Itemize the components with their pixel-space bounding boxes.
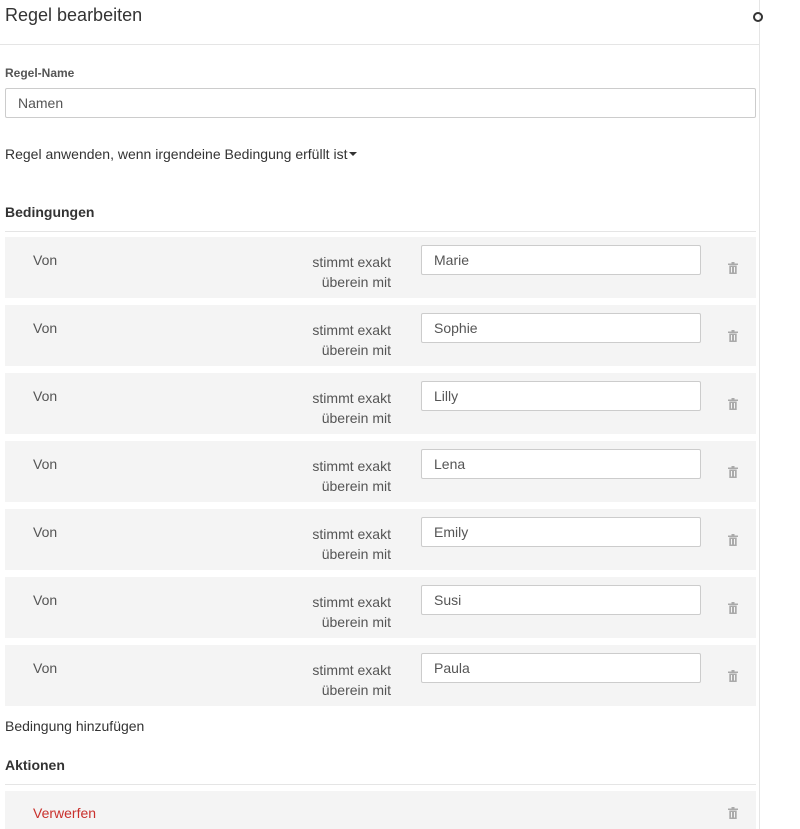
- trash-icon[interactable]: [728, 398, 738, 410]
- condition-operator-line2: überein mit: [321, 478, 391, 494]
- page-title: Regel bearbeiten: [5, 5, 143, 25]
- caret-down-icon: [349, 152, 358, 156]
- condition-value-input[interactable]: [421, 653, 701, 683]
- rule-name-input[interactable]: [5, 88, 756, 118]
- condition-operator-line1: stimmt exakt: [312, 254, 391, 270]
- condition-operator-line2: überein mit: [321, 546, 391, 562]
- conditions-divider: [5, 231, 756, 232]
- add-condition-link[interactable]: Bedingung hinzufügen: [5, 718, 144, 734]
- condition-operator: stimmt exakt überein mit: [281, 320, 391, 360]
- condition-value-input[interactable]: [421, 585, 701, 615]
- trash-icon[interactable]: [728, 534, 738, 546]
- trash-icon[interactable]: [728, 466, 738, 478]
- condition-operator-line2: überein mit: [321, 682, 391, 698]
- condition-operator-line2: überein mit: [321, 342, 391, 358]
- condition-operator-line1: stimmt exakt: [312, 526, 391, 542]
- condition-operator: stimmt exakt überein mit: [281, 388, 391, 428]
- condition-field: Von: [33, 320, 58, 336]
- condition-row: Von stimmt exakt überein mit: [5, 577, 756, 638]
- condition-operator: stimmt exakt überein mit: [281, 524, 391, 564]
- condition-row: Von stimmt exakt überein mit: [5, 373, 756, 434]
- condition-row: Von stimmt exakt überein mit: [5, 237, 756, 298]
- conditions-heading: Bedingungen: [5, 204, 95, 220]
- condition-operator: stimmt exakt überein mit: [281, 660, 391, 700]
- condition-row: Von stimmt exakt überein mit: [5, 645, 756, 706]
- close-icon[interactable]: [753, 9, 763, 25]
- trash-icon[interactable]: [728, 330, 738, 342]
- condition-value-input[interactable]: [421, 381, 701, 411]
- condition-operator-line1: stimmt exakt: [312, 390, 391, 406]
- actions-heading: Aktionen: [5, 757, 65, 773]
- condition-operator-line1: stimmt exakt: [312, 322, 391, 338]
- condition-row: Von stimmt exakt überein mit: [5, 305, 756, 366]
- action-discard-label: Verwerfen: [33, 805, 97, 821]
- condition-operator: stimmt exakt überein mit: [281, 456, 391, 496]
- trash-icon[interactable]: [728, 670, 738, 682]
- condition-value-input[interactable]: [421, 449, 701, 479]
- condition-field: Von: [33, 524, 58, 540]
- condition-operator-line1: stimmt exakt: [312, 662, 391, 678]
- condition-operator: stimmt exakt überein mit: [281, 252, 391, 292]
- condition-field: Von: [33, 660, 58, 676]
- condition-operator-line2: überein mit: [321, 274, 391, 290]
- condition-operator-line2: überein mit: [321, 614, 391, 630]
- condition-operator-line2: überein mit: [321, 410, 391, 426]
- match-mode-label: Regel anwenden, wenn irgendeine Bedingun…: [5, 146, 348, 162]
- panel-header: Regel bearbeiten: [0, 0, 763, 45]
- condition-field: Von: [33, 592, 58, 608]
- edit-rule-panel: Regel bearbeiten Regel-Name Regel anwend…: [0, 0, 763, 829]
- condition-operator-line1: stimmt exakt: [312, 594, 391, 610]
- trash-icon[interactable]: [728, 262, 738, 274]
- condition-row: Von stimmt exakt überein mit: [5, 441, 756, 502]
- condition-field: Von: [33, 252, 58, 268]
- condition-value-input[interactable]: [421, 245, 701, 275]
- condition-value-input[interactable]: [421, 313, 701, 343]
- trash-icon[interactable]: [728, 807, 738, 819]
- match-mode-dropdown[interactable]: Regel anwenden, wenn irgendeine Bedingun…: [5, 146, 358, 162]
- condition-row: Von stimmt exakt überein mit: [5, 509, 756, 570]
- condition-value-input[interactable]: [421, 517, 701, 547]
- condition-operator: stimmt exakt überein mit: [281, 592, 391, 632]
- condition-field: Von: [33, 388, 58, 404]
- condition-field: Von: [33, 456, 58, 472]
- action-row: Verwerfen: [5, 791, 756, 829]
- rule-name-label: Regel-Name: [5, 66, 75, 80]
- actions-divider: [5, 784, 756, 785]
- condition-operator-line1: stimmt exakt: [312, 458, 391, 474]
- trash-icon[interactable]: [728, 602, 738, 614]
